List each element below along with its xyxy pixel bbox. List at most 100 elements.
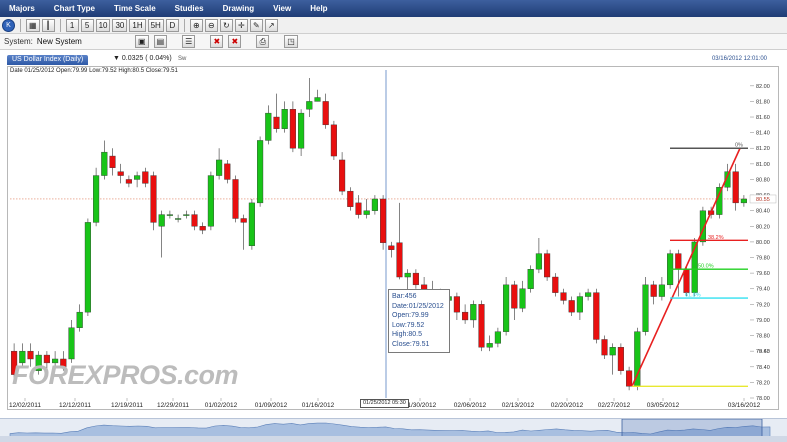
- candle-body: [232, 179, 239, 219]
- candle-body: [27, 350, 34, 360]
- candle-body: [519, 288, 526, 309]
- candle-body: [224, 163, 231, 180]
- candle-body: [125, 179, 132, 184]
- y-tick-label: 81.80: [756, 99, 770, 105]
- y-tick-label: 80.80: [756, 177, 770, 183]
- candle-body: [626, 370, 633, 387]
- tooltip-close: Close:79.51: [392, 340, 430, 348]
- navigator-preview: [9, 418, 771, 438]
- candle-body: [511, 284, 518, 309]
- forexpros-logo: FOREXPROS.com: [12, 360, 239, 390]
- x-tick-label: 03/05/2012: [647, 402, 680, 409]
- y-tick-label: 79.80: [756, 256, 770, 262]
- candle-body: [593, 292, 600, 340]
- candle-body: [494, 331, 501, 344]
- candle-body: [109, 155, 116, 168]
- candle-body: [568, 300, 575, 313]
- navigator-scrollbar[interactable]: [0, 436, 787, 442]
- candle-body: [150, 175, 157, 223]
- candle-body: [142, 171, 149, 184]
- candle-body: [470, 304, 477, 321]
- x-tick-label: 02/20/2012: [551, 402, 584, 409]
- candle-body: [560, 292, 567, 301]
- candle-body: [207, 175, 214, 227]
- candle-body: [675, 253, 682, 270]
- candle-body: [363, 210, 370, 215]
- candle-body: [257, 140, 264, 204]
- y-tick-label: 80.00: [756, 240, 770, 246]
- candle-body: [617, 347, 624, 371]
- y-tick-label: 82.00: [756, 84, 770, 90]
- y-tick-label: 79.00: [756, 318, 770, 324]
- last-value-label: 79.43: [756, 349, 770, 355]
- candle-body: [134, 175, 141, 180]
- candle-body: [478, 304, 485, 348]
- fib-level-label: 61.8%: [685, 293, 701, 299]
- y-tick-label: 79.60: [756, 271, 770, 277]
- candle-body: [306, 101, 313, 110]
- navigator-selection[interactable]: [621, 418, 763, 438]
- candle-body: [552, 276, 559, 293]
- x-tick-label: 01/02/2012: [205, 402, 238, 409]
- tooltip-date: Date:01/25/2012: [392, 302, 444, 310]
- candle-body: [347, 190, 354, 207]
- candle-body: [117, 171, 124, 176]
- time-navigator[interactable]: [0, 418, 787, 438]
- candle-body: [453, 296, 460, 313]
- candle-body: [216, 159, 223, 176]
- candle-body: [248, 202, 255, 247]
- candle-body: [371, 198, 378, 211]
- x-tick-label: 02/06/2012: [454, 402, 487, 409]
- candle-body: [650, 284, 657, 297]
- x-tick-label: 12/12/2011: [59, 402, 91, 409]
- y-tick-label: 79.20: [756, 302, 770, 308]
- candle-body: [535, 253, 542, 270]
- tooltip-low: Low:79.52: [392, 321, 425, 329]
- fib-level-label: 38.2%: [708, 235, 724, 241]
- tooltip-bar: Bar:456: [392, 293, 417, 300]
- x-tick-label: 12/29/2011: [157, 402, 189, 409]
- candle-body: [658, 284, 665, 297]
- y-tick-label: 78.20: [756, 380, 770, 386]
- candle-body: [732, 171, 739, 204]
- candle-body: [404, 272, 411, 278]
- tooltip-open: Open:79.99: [392, 312, 429, 319]
- candle-body: [322, 101, 329, 126]
- candle-body: [166, 214, 173, 216]
- fib-level-label: 50.0%: [698, 264, 714, 270]
- candle-body: [199, 226, 206, 231]
- x-tick-label: 12/02/2011: [9, 402, 41, 409]
- y-tick-label: 80.20: [756, 224, 770, 230]
- y-tick-label: 81.60: [756, 115, 770, 121]
- candle-body: [175, 218, 182, 220]
- fib-trendline: [631, 147, 741, 387]
- y-tick-label: 81.00: [756, 162, 770, 168]
- candle-body: [68, 327, 75, 360]
- candle-body: [281, 109, 288, 129]
- candle-body: [396, 242, 403, 278]
- x-tick-label: 12/19/2011: [111, 402, 143, 409]
- candle-body: [84, 222, 91, 313]
- candle-body: [273, 116, 280, 129]
- candle-body: [412, 272, 419, 286]
- candle-body: [314, 97, 321, 102]
- y-tick-label: 78.80: [756, 334, 770, 340]
- candle-body: [158, 214, 165, 227]
- candle-body: [298, 112, 305, 149]
- x-tick-label: 02/13/2012: [502, 402, 535, 409]
- candle-body: [330, 124, 337, 157]
- candle-body: [486, 343, 493, 348]
- candle-body: [101, 151, 108, 176]
- candle-body: [240, 218, 247, 223]
- bar-tooltip: Bar:456 Date:01/25/2012 Open:79.99 Low:7…: [388, 289, 450, 353]
- y-tick-label: 81.20: [756, 146, 770, 152]
- y-tick-label: 79.40: [756, 287, 770, 293]
- x-tick-label: 03/16/2012: [728, 402, 761, 409]
- candle-body: [683, 269, 690, 293]
- candle-body: [609, 347, 616, 356]
- candle-body: [388, 245, 395, 250]
- candle-body: [289, 109, 296, 149]
- y-tick-label: 81.40: [756, 131, 770, 137]
- tooltip-high: High:80.5: [392, 331, 422, 338]
- x-tick-label: 02/27/2012: [598, 402, 631, 409]
